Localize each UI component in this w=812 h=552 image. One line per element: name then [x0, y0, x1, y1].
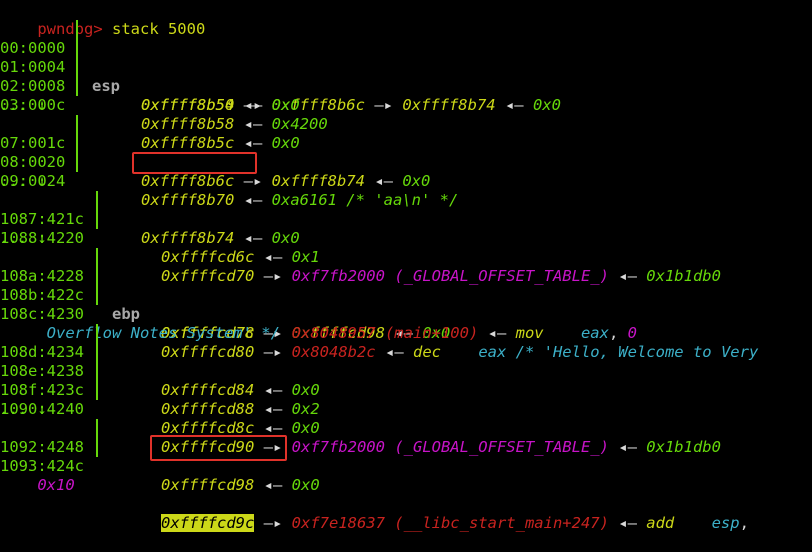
wrapped-line: Overflow Notes System' */ — [0, 305, 812, 342]
skip-separator: ... ↓ — [0, 96, 47, 114]
column-separator — [96, 438, 98, 457]
column-separator — [96, 210, 98, 229]
stack-row: 00:0000 esp 0xffff8b50 —▸ 0xffff8b6c —▸ … — [0, 20, 812, 114]
stack-row: 08:0020 0xffff8b70 ◂— 0xa6161 /* 'aa\n' … — [0, 134, 812, 209]
column-separator — [76, 20, 78, 39]
code-pointer: 0xf7e18637 (__libc_start_main+247) — [291, 514, 609, 532]
column-separator — [96, 381, 98, 400]
stack-row: 09:0024 0xffff8b74 ◂— 0x0 — [0, 152, 812, 247]
column-separator — [76, 77, 78, 96]
stack-row: 03:000c 0xffff8b5c ◂— 0x0 — [0, 77, 812, 152]
stack-row: 108f:423c 0xffffcd8c ◂— 0x0 — [0, 362, 812, 437]
stack-row: 1093:424c 0xffffcd9c —▸ 0xf7e18637 (__li… — [0, 435, 812, 532]
column-separator — [96, 419, 98, 438]
stack-row: 07:001c 0xffff8b6c —▸ 0xffff8b74 ◂— 0x0 — [0, 115, 812, 190]
stack-entry: 0xffffcd98 ◂— 0x0 — [161, 476, 320, 495]
column-separator — [96, 324, 98, 343]
column-separator — [96, 362, 98, 381]
stack-row: 108b:422c 0xffffcd7c —▸ 0x8048957 (main+… — [0, 267, 812, 342]
stack-row: 1087:421c 0xffffcd6c ◂— 0x1 — [0, 191, 812, 266]
stack-row: 1092:4248 0xffffcd98 ◂— 0x0 — [0, 419, 812, 494]
stack-value: 0x0 — [291, 476, 320, 494]
stack-address-selected: 0xffffcd9c — [161, 514, 255, 532]
column-separator — [76, 134, 78, 153]
column-separator — [96, 343, 98, 362]
stack-row: 108e:4238 0xffffcd88 ◂— 0x2 — [0, 343, 812, 418]
stack-row: 02:0008 0xffff8b58 ◂— 0x4200 — [0, 58, 812, 133]
value-arrow: ◂— — [254, 476, 292, 494]
stack-row: 108a:4228 ebp 0xffffcd78 —▸ 0xffffcd98 ◂… — [0, 248, 812, 342]
column-separator — [76, 39, 78, 58]
stack-entry: 0xffffcd9c —▸ 0xf7e18637 (__libc_start_m… — [161, 514, 749, 532]
column-separator — [96, 191, 98, 210]
column-separator — [96, 286, 98, 305]
stack-row: 108d:4234 0xffffcd84 ◂— 0x0 — [0, 324, 812, 399]
column-separator — [76, 153, 78, 172]
skip-separator: ... ↓ — [0, 400, 47, 418]
operand-immediate: 0x10 — [37, 476, 75, 494]
stack-address: 0xffffcd98 — [161, 476, 255, 494]
wrapped-line: 0x10 — [0, 457, 812, 494]
pointer-arrow: —▸ — [254, 514, 292, 532]
terminal-window: pwndbg> stack 5000 00:0000 esp 0xffff8b5… — [0, 0, 812, 532]
stack-row: 108c:4230 0xffffcd80 —▸ 0x8048b2c ◂— dec… — [0, 286, 812, 361]
value-arrow: ◂— — [608, 514, 647, 532]
column-separator — [76, 115, 78, 134]
operand-register: esp — [711, 514, 740, 532]
highlight-box — [132, 152, 257, 174]
skip-separator: ... ↓ — [0, 229, 47, 247]
stack-row: 01:0004 0xffff8b54 ◂— 0x0 — [0, 39, 812, 114]
skip-separator: ... ↓ — [0, 172, 47, 190]
column-separator — [96, 267, 98, 286]
instruction: add — [646, 514, 675, 532]
stack-row: 1088:4220 0xffffcd70 —▸ 0xf7fb2000 (_GLO… — [0, 210, 812, 285]
column-separator — [96, 248, 98, 267]
column-separator — [76, 58, 78, 77]
stack-row: 1090:4240 0xffffcd90 —▸ 0xf7fb2000 (_GLO… — [0, 381, 812, 456]
prompt-line[interactable]: pwndbg> stack 5000 — [0, 1, 812, 38]
